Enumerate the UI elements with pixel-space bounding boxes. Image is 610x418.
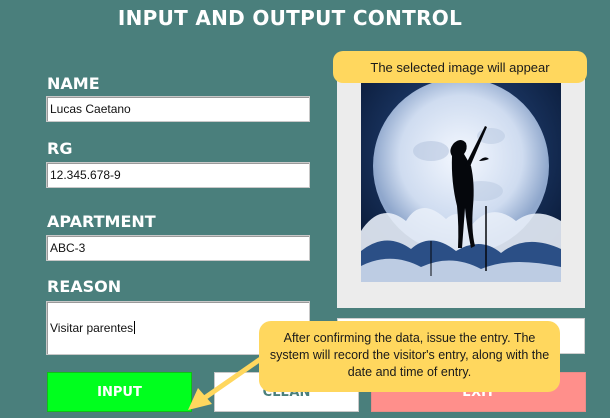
text-caret xyxy=(134,321,136,334)
rg-field[interactable]: 12.345.678-9 xyxy=(46,162,310,188)
reason-label: REASON xyxy=(47,277,122,296)
moonlit-silhouette-image xyxy=(361,81,561,282)
name-label: NAME xyxy=(47,74,100,93)
image-tooltip: The selected image will appear xyxy=(333,51,587,83)
apartment-field[interactable]: ABC-3 xyxy=(46,235,310,261)
apartment-label: APARTMENT xyxy=(47,212,156,231)
reason-value: Visitar parentes xyxy=(50,321,134,335)
rg-label: RG xyxy=(47,139,73,158)
image-panel[interactable] xyxy=(337,55,585,308)
rg-value: 12.345.678-9 xyxy=(50,168,121,182)
input-button[interactable]: INPUT xyxy=(47,372,192,412)
page-title: INPUT AND OUTPUT CONTROL xyxy=(117,6,463,30)
apartment-value: ABC-3 xyxy=(50,241,86,255)
name-field[interactable]: Lucas Caetano xyxy=(46,96,310,122)
name-value: Lucas Caetano xyxy=(50,102,131,116)
visitor-photo xyxy=(361,81,561,282)
entry-tooltip: After confirming the data, issue the ent… xyxy=(259,321,560,392)
